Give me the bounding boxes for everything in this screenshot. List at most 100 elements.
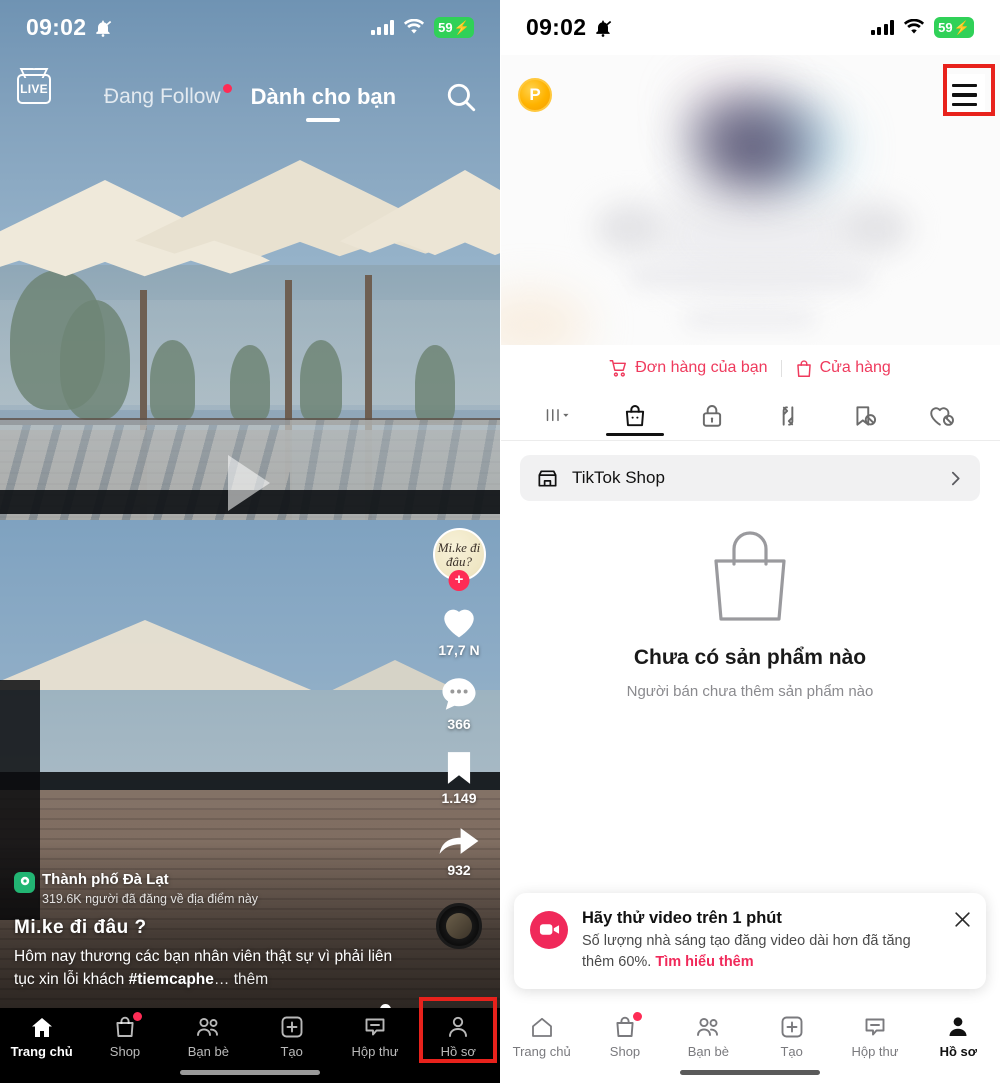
- bottom-nav-label-profile: Hồ sơ: [440, 1044, 476, 1059]
- empty-state-subtitle: Người bán chưa thêm sản phẩm nào: [626, 683, 874, 700]
- close-icon[interactable]: [953, 910, 972, 935]
- video-action-rail: Mi.ke đi đâu? + 17,7 N 366 1.149 932: [427, 528, 491, 949]
- bottom-nav-item-create[interactable]: Tạo: [750, 1014, 833, 1059]
- status-right-group: 59 ⚡: [370, 17, 474, 38]
- bottom-nav-item-create[interactable]: Tạo: [250, 1014, 333, 1059]
- play-icon[interactable]: [228, 455, 270, 511]
- video-caption-block: Thành phố Đà Lạt 319.6K người đã đăng về…: [14, 871, 394, 991]
- tab-for-you-label: Dành cho bạn: [250, 84, 397, 109]
- status-bar-right: 09:02 59 ⚡: [500, 0, 1000, 55]
- bottom-nav-item-home[interactable]: Trang chủ: [0, 1014, 83, 1059]
- battery-percent: 59: [938, 20, 953, 35]
- tab-grid-dropdown[interactable]: [520, 392, 597, 440]
- search-icon[interactable]: [444, 80, 478, 114]
- bottom-nav-label-create: Tạo: [780, 1044, 803, 1059]
- shop-links-divider: [780, 359, 782, 377]
- home-icon: [529, 1014, 555, 1040]
- right-phone-screen-profile: 09:02 59 ⚡ P Đơn hàng của bạn Cửa hàng T…: [500, 0, 1000, 1083]
- heart-icon: [444, 609, 474, 638]
- coin-badge-label: P: [529, 85, 541, 104]
- bottom-nav-item-profile[interactable]: Hồ sơ: [917, 1014, 1000, 1059]
- promo-toast[interactable]: Hãy thử video trên 1 phút Số lượng nhà s…: [514, 892, 986, 989]
- bottom-nav-label-inbox: Hộp thư: [351, 1044, 399, 1059]
- comment-count: 366: [447, 716, 471, 732]
- shop-bag-icon: [625, 405, 645, 427]
- home-indicator: [180, 1070, 320, 1075]
- lock-icon: [702, 405, 721, 427]
- bottom-nav-label-shop: Shop: [109, 1044, 141, 1059]
- tab-for-you[interactable]: Dành cho bạn: [251, 84, 396, 110]
- bottom-nav-item-friends[interactable]: Bạn bè: [667, 1014, 750, 1059]
- bottom-nav-label-shop: Shop: [609, 1044, 641, 1059]
- tab-liked-private[interactable]: [903, 392, 980, 440]
- your-orders-label: Đơn hàng của bạn: [635, 359, 768, 376]
- bottom-nav-label-friends: Bạn bè: [187, 1044, 229, 1059]
- battery-percent: 59: [438, 20, 453, 35]
- video-background[interactable]: [0, 0, 500, 1010]
- bottom-nav-item-inbox[interactable]: Hộp thư: [833, 1014, 916, 1059]
- follow-button[interactable]: +: [448, 570, 470, 591]
- bell-slash-icon: [596, 20, 612, 37]
- bottom-nav-item-shop[interactable]: Shop: [583, 1012, 666, 1059]
- tiktok-shop-row[interactable]: TikTok Shop: [520, 455, 980, 501]
- tab-shop[interactable]: [597, 392, 674, 440]
- status-bar-left: 09:02 59 ⚡: [0, 0, 500, 55]
- hamburger-menu-icon[interactable]: [943, 74, 985, 116]
- cart-icon: [609, 359, 627, 377]
- tab-private[interactable]: [673, 392, 750, 440]
- storefront-icon: [538, 469, 557, 487]
- tab-repost[interactable]: [750, 392, 827, 440]
- empty-products-state: Chưa có sản phẩm nào Người bán chưa thêm…: [500, 530, 1000, 700]
- shop-badge-dot: [632, 1012, 642, 1021]
- profile-tab-bar: [500, 392, 1000, 440]
- bottom-nav-right: Trang chủ Shop Bạn bè Tạo Hộp thư Hồ sơ: [500, 1008, 1000, 1083]
- status-time: 09:02: [526, 14, 587, 40]
- hamburger-line: [951, 102, 977, 107]
- blur-blob: [500, 290, 590, 345]
- tree: [150, 340, 195, 420]
- like-count: 17,7 N: [438, 642, 480, 658]
- home-indicator: [680, 1070, 820, 1075]
- bottom-nav-item-friends[interactable]: Bạn bè: [167, 1014, 250, 1059]
- profile-header-blurred: [500, 55, 1000, 345]
- bookmark-button[interactable]: 1.149: [441, 749, 477, 806]
- promo-toast-text-line1: Số lượng nhà sáng tạo đăng video dài hơn…: [582, 932, 879, 949]
- tab-bar-divider: [500, 440, 1000, 441]
- bottom-nav-item-shop[interactable]: Shop: [83, 1012, 166, 1059]
- hamburger-line: [951, 93, 977, 97]
- tree: [230, 345, 270, 420]
- bottom-nav-label-profile: Hồ sơ: [939, 1044, 978, 1059]
- feed-top-nav: LIVE Đang Follow Dành cho bạn: [0, 68, 500, 126]
- promo-toast-link[interactable]: Tìm hiểu thêm: [655, 954, 753, 970]
- author-avatar-wrapper[interactable]: Mi.ke đi đâu? +: [432, 528, 486, 591]
- empty-state-title: Chưa có sản phẩm nào: [633, 646, 867, 669]
- tiktok-shop-label: TikTok Shop: [572, 468, 665, 487]
- comment-button[interactable]: 366: [439, 675, 479, 732]
- coin-badge-icon[interactable]: P: [518, 78, 552, 112]
- location-tag[interactable]: Thành phố Đà Lạt 319.6K người đã đăng về…: [14, 871, 394, 907]
- bottom-nav-item-inbox[interactable]: Hộp thư: [333, 1014, 416, 1059]
- video-author-name[interactable]: Mi.ke đi đâu ?: [14, 917, 394, 939]
- storefront-link[interactable]: Cửa hàng: [795, 359, 891, 378]
- music-disc-icon[interactable]: [436, 903, 482, 949]
- your-orders-link[interactable]: Đơn hàng của bạn: [609, 359, 768, 378]
- hamburger-line: [951, 83, 977, 88]
- blur-blob: [630, 265, 870, 287]
- screen-divider: [500, 0, 501, 1083]
- bottom-nav-item-home[interactable]: Trang chủ: [500, 1014, 583, 1059]
- bottom-nav-label-home: Trang chủ: [512, 1044, 571, 1059]
- bottom-nav-item-profile[interactable]: Hồ sơ: [417, 1014, 500, 1059]
- share-count: 932: [447, 862, 471, 878]
- heart-off-icon: [929, 407, 954, 426]
- share-button[interactable]: 932: [438, 823, 480, 878]
- like-button[interactable]: 17,7 N: [438, 603, 480, 658]
- video-hashtag[interactable]: #tiemcaphe: [129, 971, 214, 988]
- tree: [300, 340, 342, 420]
- comment-icon: [442, 678, 476, 710]
- home-icon: [29, 1014, 55, 1040]
- tab-saved-private[interactable]: [827, 392, 904, 440]
- status-time: 09:02: [26, 14, 87, 40]
- tab-following[interactable]: Đang Follow: [104, 84, 232, 109]
- see-more-label[interactable]: … thêm: [214, 971, 268, 988]
- bookmark-icon: [447, 752, 471, 784]
